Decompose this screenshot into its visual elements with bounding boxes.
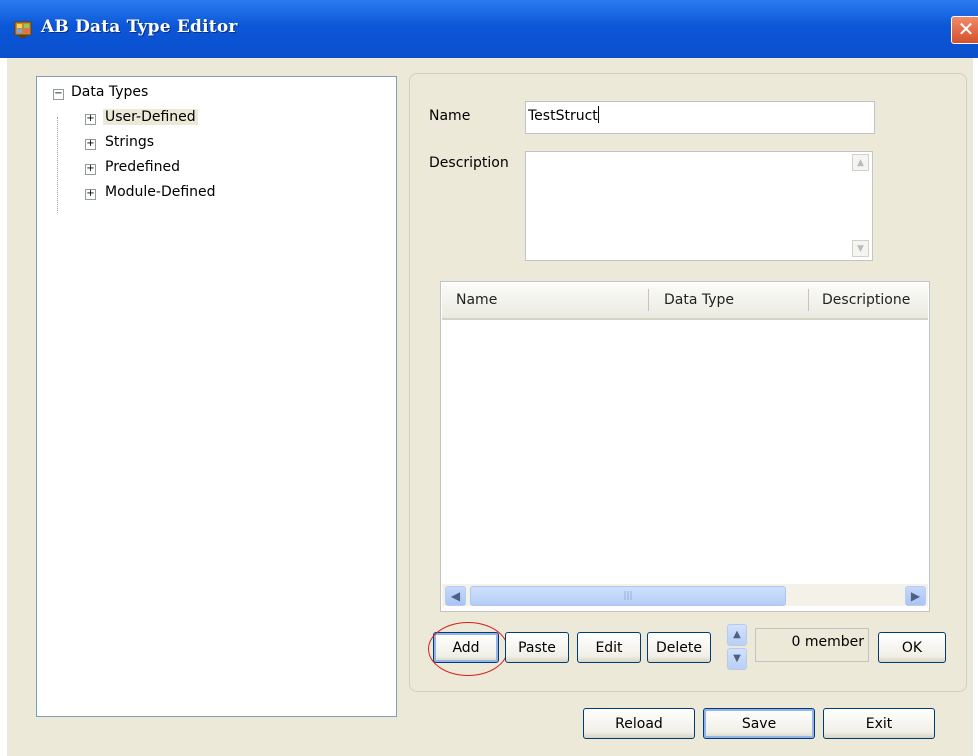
scroll-thumb[interactable]: ||| — [470, 586, 786, 606]
ok-button[interactable]: OK — [878, 632, 946, 663]
scroll-right-icon[interactable]: ▶ — [905, 586, 926, 606]
column-divider[interactable] — [808, 289, 809, 311]
edit-button[interactable]: Edit — [577, 632, 641, 663]
column-divider[interactable] — [648, 289, 649, 311]
column-header-description[interactable]: Descriptione — [822, 292, 910, 308]
save-button[interactable]: Save — [703, 708, 815, 739]
close-button[interactable]: ✕ — [951, 16, 978, 44]
app-icon — [14, 21, 32, 38]
tree-label: Predefined — [105, 159, 180, 175]
data-types-tree[interactable]: − Data Types + User-Defined + Strings + … — [36, 76, 397, 717]
tree-connector — [57, 117, 59, 213]
tree-label: Data Types — [71, 84, 149, 100]
dialog-body: − Data Types + User-Defined + Strings + … — [7, 58, 973, 756]
member-count: 0 member — [755, 628, 869, 662]
reload-button[interactable]: Reload — [583, 708, 695, 739]
exit-button[interactable]: Exit — [823, 708, 935, 739]
spin-down-icon[interactable]: ▼ — [727, 648, 747, 670]
tree-label: Module-Defined — [105, 184, 216, 200]
scroll-down-icon[interactable]: ▼ — [852, 240, 869, 257]
expand-icon[interactable]: + — [85, 114, 96, 125]
column-header-name[interactable]: Name — [456, 292, 497, 308]
expand-icon[interactable]: + — [85, 164, 96, 175]
member-spinner[interactable]: ▲ ▼ — [727, 624, 747, 670]
collapse-icon[interactable]: − — [53, 89, 64, 100]
scroll-left-icon[interactable]: ◀ — [445, 586, 466, 606]
description-scrollbar[interactable]: ▲ ▼ — [852, 154, 870, 258]
highlight-annotation — [428, 622, 508, 676]
name-value: TestStruct — [528, 108, 598, 124]
editor-window: AB Data Type Editor ✕ − Data Types + Use… — [0, 0, 978, 756]
column-header-data-type[interactable]: Data Type — [664, 292, 734, 308]
tree-label: User-Defined — [103, 109, 198, 125]
expand-icon[interactable]: + — [85, 139, 96, 150]
text-caret — [597, 106, 599, 123]
name-field[interactable]: TestStruct — [525, 101, 875, 134]
spin-up-icon[interactable]: ▲ — [727, 624, 747, 646]
members-grid[interactable]: Name Data Type Descriptione ◀ ||| ▶ — [440, 281, 930, 612]
close-icon: ✕ — [957, 17, 975, 41]
scroll-up-icon[interactable]: ▲ — [852, 154, 869, 171]
paste-button[interactable]: Paste — [505, 632, 569, 663]
window-title: AB Data Type Editor — [41, 17, 238, 37]
title-bar[interactable]: AB Data Type Editor ✕ — [0, 0, 978, 58]
expand-icon[interactable]: + — [85, 189, 96, 200]
description-field[interactable]: ▲ ▼ — [525, 151, 873, 261]
description-label: Description — [429, 155, 509, 171]
name-label: Name — [429, 108, 471, 124]
delete-button[interactable]: Delete — [647, 632, 711, 663]
tree-label: Strings — [105, 134, 155, 150]
grid-horizontal-scrollbar[interactable]: ◀ ||| ▶ — [442, 584, 928, 606]
grid-header: Name Data Type Descriptione — [442, 283, 928, 320]
